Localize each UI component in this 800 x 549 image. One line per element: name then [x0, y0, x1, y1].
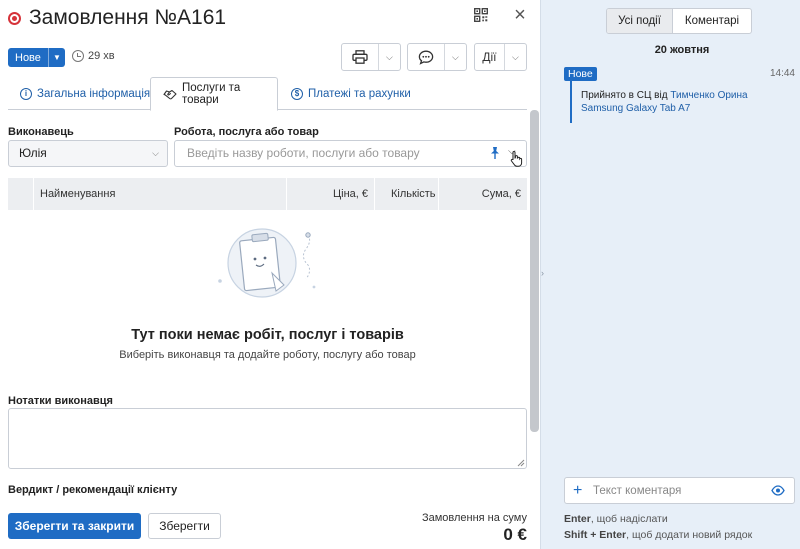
empty-clipboard-illustration	[218, 228, 316, 298]
chat-bubble-icon	[418, 50, 434, 65]
tab-payments[interactable]: $ Платежі та рахунки	[291, 77, 411, 110]
status-label: Нове	[15, 51, 41, 64]
title-row: Замовлення №A161	[8, 6, 530, 30]
filter-all-events[interactable]: Усі події	[607, 9, 673, 33]
hint-shift-text: , щоб додати новий рядок	[626, 529, 753, 541]
tab-general-info[interactable]: i Загальна інформація	[20, 77, 150, 110]
message-button[interactable]: ⌵	[407, 43, 467, 71]
column-quantity[interactable]: Кількість	[374, 178, 438, 210]
empty-state-title: Тут поки немає робіт, послуг і товарів	[131, 327, 404, 343]
event-time: 14:44	[769, 68, 795, 79]
filter-comments[interactable]: Коментарі	[673, 9, 751, 33]
save-button[interactable]: Зберегти	[148, 513, 221, 539]
actions-dropdown[interactable]: Дії ⌵	[474, 43, 527, 71]
event-marker-line	[570, 81, 572, 123]
column-name[interactable]: Найменування	[33, 178, 286, 210]
page-title: Замовлення №A161	[29, 6, 227, 29]
executor-label: Виконавець	[8, 126, 74, 138]
client-link[interactable]: Тимченко Орина	[670, 90, 747, 101]
status-dropdown[interactable]: Нове ▼	[8, 48, 65, 67]
chevron-down-icon[interactable]: ⌵	[379, 52, 400, 63]
tab-bar: i Загальна інформація Послуги та товари …	[8, 77, 527, 111]
empty-state-subtitle: Виберіть виконавця та додайте роботу, по…	[119, 349, 416, 361]
handshake-icon	[163, 89, 177, 99]
comment-input[interactable]: + Текст коментаря	[564, 477, 795, 504]
tab-label: Платежі та рахунки	[308, 87, 411, 100]
comment-placeholder: Текст коментаря	[593, 485, 682, 497]
actions-label: Дії	[482, 50, 497, 64]
status-row: Нове ▼ 29 хв ⌵ ⌵ Дії ⌵	[8, 43, 530, 71]
executor-select[interactable]: Юлія ⌵	[8, 140, 168, 167]
footer-bar: Зберегти та закрити Зберегти Замовлення …	[0, 500, 540, 549]
tab-label: Послуги та товари	[182, 82, 241, 106]
order-panel: Замовлення №A161 × Нове ▼ 29 хв ⌵ ⌵ Дії …	[0, 0, 540, 549]
event-text: Прийнято в СЦ від Тимченко Орина Samsung…	[581, 89, 781, 115]
order-sum-label: Замовлення на суму	[421, 512, 527, 524]
event-status-badge: Нове	[564, 67, 597, 81]
chevron-down-icon: ⌵	[152, 148, 159, 158]
tab-services-goods[interactable]: Послуги та товари	[150, 77, 278, 111]
service-placeholder: Введіть назву роботи, послуги або товару	[187, 146, 420, 160]
select-column	[8, 178, 33, 210]
timer: 29 хв	[72, 50, 115, 62]
notes-label: Нотатки виконавця	[8, 395, 113, 407]
collapse-arrow-icon[interactable]: ›	[541, 268, 544, 278]
eye-icon[interactable]	[771, 485, 785, 496]
event-text-prefix: Прийнято в СЦ від	[581, 90, 671, 101]
plus-icon[interactable]: +	[573, 482, 582, 500]
events-date: 20 жовтня	[654, 44, 710, 56]
order-sum-value: 0 €	[503, 525, 527, 544]
hint-enter-key: Enter	[564, 513, 591, 525]
hint-enter: Enter, щоб надіслати	[564, 513, 668, 525]
executor-value: Юлія	[19, 146, 47, 160]
hint-enter-text: , щоб надіслати	[590, 513, 668, 525]
clock-icon	[72, 50, 84, 62]
column-price[interactable]: Ціна, €	[286, 178, 374, 210]
save-and-close-button[interactable]: Зберегти та закрити	[8, 513, 141, 539]
tab-label: Загальна інформація	[37, 87, 151, 100]
close-icon[interactable]: ×	[512, 5, 528, 25]
chevron-down-icon: ⌵	[512, 51, 519, 62]
chevron-down-icon[interactable]: ⌵	[445, 52, 466, 63]
device-link[interactable]: Samsung Galaxy Tab A7	[581, 103, 690, 114]
hint-shift-key: Shift + Enter	[564, 529, 627, 541]
timer-value: 29 хв	[88, 50, 115, 62]
events-panel	[540, 0, 800, 549]
chevron-down-icon: ▼	[53, 53, 61, 62]
printer-icon	[352, 50, 368, 64]
scrollbar[interactable]	[530, 110, 539, 432]
executor-notes-textarea[interactable]	[8, 408, 527, 469]
print-button[interactable]: ⌵	[341, 43, 401, 71]
verdict-label: Вердикт / рекомендації клієнту	[8, 484, 178, 496]
resize-grip-icon[interactable]	[517, 459, 525, 467]
qr-code-icon[interactable]	[474, 8, 488, 22]
hand-cursor-icon	[510, 150, 523, 167]
hint-shift-enter: Shift + Enter, щоб додати новий рядок	[564, 529, 752, 541]
info-icon: i	[20, 87, 32, 100]
service-label: Робота, послуга або товар	[174, 126, 319, 138]
column-sum[interactable]: Сума, €	[438, 178, 527, 210]
service-search-input[interactable]: Введіть назву роботи, послуги або товару	[174, 140, 527, 167]
pin-icon[interactable]	[489, 146, 501, 160]
items-table-header: Найменування Ціна, € Кількість Сума, €	[8, 178, 527, 210]
record-icon	[8, 11, 21, 25]
events-filter: Усі події Коментарі	[606, 8, 752, 34]
dollar-icon: $	[291, 87, 303, 100]
